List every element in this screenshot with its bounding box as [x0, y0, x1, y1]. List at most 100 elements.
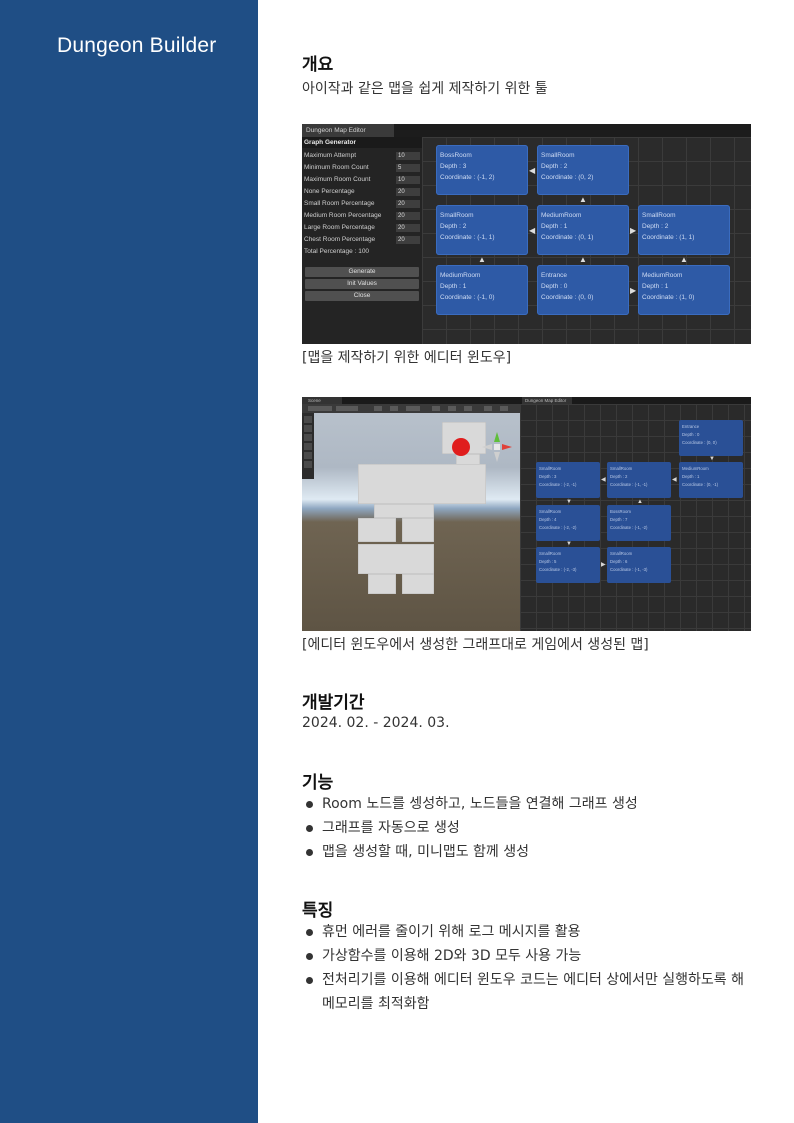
- window-tabbar: Scene Dungeon Map Editor: [302, 397, 751, 404]
- graph-generator-panel: Graph Generator Maximum Attempt 10 Minimu…: [302, 137, 422, 344]
- features-heading: 기능: [302, 773, 334, 793]
- scene-view[interactable]: [302, 404, 520, 631]
- room-node[interactable]: SmallRoom Depth : 4 Coordinate : (-2, -2…: [536, 505, 600, 541]
- node-title: SmallRoom: [642, 212, 676, 219]
- overview-heading: 개요: [302, 55, 334, 75]
- panel-title: Graph Generator: [302, 137, 422, 148]
- total-percentage: Total Percentage : 100: [304, 248, 370, 255]
- generate-button[interactable]: Generate: [305, 267, 419, 277]
- room-node[interactable]: Entrance Depth : 0 Coordinate : (0, 0): [537, 265, 629, 315]
- toolbar-button[interactable]: [308, 406, 332, 411]
- room-node[interactable]: SmallRoom Depth : 2 Coordinate : (1, 1): [638, 205, 730, 255]
- graph-canvas[interactable]: BossRoom Depth : 3 Coordinate : (-1, 2) …: [422, 137, 751, 344]
- move-tool-icon[interactable]: [304, 425, 312, 432]
- arrow-left-icon: ◀: [601, 477, 606, 483]
- node-coordinate: Coordinate : (-2, -2): [539, 525, 577, 530]
- toolbar-button[interactable]: [500, 406, 508, 411]
- room-node[interactable]: SmallRoom Depth : 2 Coordinate : (-1, -1…: [607, 462, 671, 498]
- param-label: Maximum Attempt: [304, 152, 357, 159]
- node-depth: Depth : 1: [642, 283, 669, 290]
- toolbar-button[interactable]: [484, 406, 492, 411]
- toolbar-button[interactable]: [432, 406, 440, 411]
- toolbar-button[interactable]: [336, 406, 358, 411]
- room-node[interactable]: MediumRoom Depth : 1 Coordinate : (0, -1…: [679, 462, 743, 498]
- node-depth: Depth : 0: [541, 283, 568, 290]
- node-title: SmallRoom: [539, 466, 562, 471]
- tab-dungeon-map-editor[interactable]: Dungeon Map Editor: [522, 397, 572, 404]
- param-input[interactable]: 10: [396, 152, 420, 160]
- graph-canvas[interactable]: Entrance Depth : 0 Coordinate : (0, 0) S…: [520, 404, 751, 631]
- scene-toolbar: [302, 404, 520, 413]
- close-button[interactable]: Close: [305, 291, 419, 301]
- toolbar-button[interactable]: [390, 406, 398, 411]
- player-marker: [452, 438, 470, 456]
- period-heading: 개발기간: [302, 693, 365, 713]
- node-title: BossRoom: [610, 509, 632, 514]
- param-input[interactable]: 20: [396, 212, 420, 220]
- traits-list: 휴먼 에러를 줄이기 위해 로그 메시지를 활용 가상함수를 이용해 2D와 3…: [302, 920, 754, 1016]
- rotate-tool-icon[interactable]: [304, 434, 312, 441]
- room-node[interactable]: MediumRoom Depth : 1 Coordinate : (1, 0): [638, 265, 730, 315]
- room-node[interactable]: BossRoom Depth : 3 Coordinate : (-1, 2): [436, 145, 528, 195]
- room-node[interactable]: MediumRoom Depth : 1 Coordinate : (0, 1): [537, 205, 629, 255]
- node-title: SmallRoom: [539, 551, 562, 556]
- param-input[interactable]: 20: [396, 200, 420, 208]
- toolbar-button[interactable]: [448, 406, 456, 411]
- sidebar-title: Dungeon Builder: [57, 34, 217, 57]
- room-node[interactable]: SmallRoom Depth : 2 Coordinate : (0, 2): [537, 145, 629, 195]
- toolbar-button[interactable]: [406, 406, 420, 411]
- node-coordinate: Coordinate : (1, 1): [642, 234, 695, 241]
- room-node[interactable]: Entrance Depth : 0 Coordinate : (0, 0): [679, 420, 743, 456]
- overview-text: 아이작과 같은 맵을 쉽게 제작하기 위한 툴: [302, 81, 548, 97]
- list-item: 맵을 생성할 때, 미니맵도 함께 생성: [302, 840, 754, 864]
- list-item: 휴먼 에러를 줄이기 위해 로그 메시지를 활용: [302, 920, 754, 944]
- param-input[interactable]: 20: [396, 188, 420, 196]
- toolbar-button[interactable]: [374, 406, 382, 411]
- room-node[interactable]: BossRoom Depth : 7 Coordinate : (-1, -2): [607, 505, 671, 541]
- room-node[interactable]: SmallRoom Depth : 2 Coordinate : (-1, 1): [436, 205, 528, 255]
- param-input[interactable]: 20: [396, 236, 420, 244]
- param-row: None Percentage 20: [304, 187, 420, 197]
- param-row: Small Room Percentage 20: [304, 199, 420, 209]
- node-coordinate: Coordinate : (-2, -1): [539, 482, 577, 487]
- room-node[interactable]: SmallRoom Depth : 5 Coordinate : (-2, -3…: [536, 547, 600, 583]
- room-tile: [358, 544, 434, 574]
- arrow-right-icon: ▶: [601, 562, 606, 568]
- param-label: Maximum Room Count: [304, 176, 371, 183]
- room-tile: [368, 574, 396, 594]
- node-coordinate: Coordinate : (0, 1): [541, 234, 594, 241]
- hand-tool-icon[interactable]: [304, 416, 312, 423]
- transform-tool-icon[interactable]: [304, 461, 312, 468]
- axis-gizmo-icon[interactable]: [480, 430, 514, 464]
- node-coordinate: Coordinate : (1, 0): [642, 294, 695, 301]
- toolbar-button[interactable]: [464, 406, 472, 411]
- tab-dungeon-map-editor[interactable]: Dungeon Map Editor: [302, 124, 394, 137]
- room-node[interactable]: MediumRoom Depth : 1 Coordinate : (-1, 0…: [436, 265, 528, 315]
- init-values-button[interactable]: Init Values: [305, 279, 419, 289]
- node-depth: Depth : 3: [539, 474, 557, 479]
- param-row: Medium Room Percentage 20: [304, 211, 420, 221]
- arrow-up-icon: ▲: [579, 195, 587, 204]
- param-row: Chest Room Percentage 20: [304, 235, 420, 245]
- room-node[interactable]: SmallRoom Depth : 3 Coordinate : (-2, -1…: [536, 462, 600, 498]
- caption-generated-map: [에디터 윈도우에서 생성한 그래프대로 게임에서 생성된 맵]: [302, 637, 649, 653]
- rect-tool-icon[interactable]: [304, 452, 312, 459]
- node-title: SmallRoom: [440, 212, 474, 219]
- param-input[interactable]: 20: [396, 224, 420, 232]
- editor-screenshot: Dungeon Map Editor Graph Generator Maxim…: [302, 124, 751, 344]
- tab-scene[interactable]: Scene: [302, 397, 342, 404]
- scale-tool-icon[interactable]: [304, 443, 312, 450]
- caption-editor-window: [맵을 제작하기 위한 에디터 윈도우]: [302, 350, 512, 366]
- arrow-left-icon: ◀: [529, 166, 536, 175]
- node-depth: Depth : 2: [440, 223, 467, 230]
- node-title: MediumRoom: [541, 212, 582, 219]
- param-label: Minimum Room Count: [304, 164, 369, 171]
- list-item: 가상함수를 이용해 2D와 3D 모두 사용 가능: [302, 944, 754, 968]
- node-depth: Depth : 4: [539, 517, 557, 522]
- param-input[interactable]: 5: [396, 164, 420, 172]
- arrow-up-icon: ▲: [680, 255, 688, 264]
- room-node[interactable]: SmallRoom Depth : 6 Coordinate : (-1, -3…: [607, 547, 671, 583]
- editor-tabbar: Dungeon Map Editor: [302, 124, 751, 137]
- param-input[interactable]: 10: [396, 176, 420, 184]
- node-depth: Depth : 1: [541, 223, 568, 230]
